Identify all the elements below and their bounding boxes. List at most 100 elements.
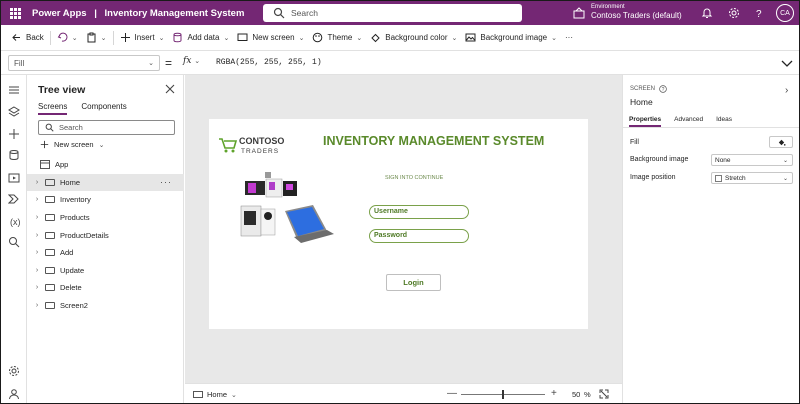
app-heading[interactable]: INVENTORY MANAGEMENT SYSTEM	[323, 134, 544, 148]
chevron-right-icon[interactable]: ›	[32, 267, 42, 274]
more-options-button[interactable]: ···	[160, 177, 172, 187]
chevron-down-icon: ⌄	[100, 34, 107, 42]
fill-color-button[interactable]	[769, 136, 793, 148]
title-bar: Power Apps | Inventory Management System…	[1, 1, 799, 25]
screen-icon	[45, 231, 55, 239]
stretch-icon	[715, 174, 722, 182]
environment-picker[interactable]: Environment Contoso Traders (default)	[573, 4, 682, 21]
tab-screens[interactable]: Screens	[38, 102, 68, 115]
property-dropdown[interactable]: Fill ⌄	[8, 55, 160, 71]
screen-list: App › Home ··· › Inventory › Products › …	[27, 156, 184, 314]
back-button[interactable]: Back	[7, 28, 48, 48]
image-position-dropdown[interactable]: Stretch ⌄	[711, 172, 793, 184]
zoom-slider[interactable]	[461, 390, 545, 399]
layers-icon[interactable]	[8, 106, 20, 118]
environment-icon	[573, 6, 585, 18]
tree-item-productdetails[interactable]: › ProductDetails	[27, 226, 184, 244]
add-data-button[interactable]: Add data ⌄	[168, 28, 233, 48]
chevron-down-icon: ⌄	[551, 34, 557, 42]
screen-icon	[193, 391, 203, 398]
theme-button[interactable]: Theme ⌄	[308, 28, 366, 48]
screen-icon	[237, 33, 248, 41]
tree-item-update[interactable]: › Update	[27, 262, 184, 280]
zoom-in-button[interactable]: +	[551, 388, 557, 399]
login-button[interactable]: Login	[386, 274, 441, 291]
paint-bucket-icon	[778, 139, 786, 146]
insert-button[interactable]: Insert ⌄	[116, 28, 169, 48]
password-input[interactable]: Password	[369, 229, 469, 243]
sign-in-label[interactable]: SIGN INTO CONTINUE	[385, 175, 443, 181]
gear-icon[interactable]	[728, 7, 740, 19]
username-input[interactable]: Username	[369, 205, 469, 219]
avatar[interactable]: CA	[776, 4, 794, 22]
help-icon[interactable]: ?	[659, 85, 667, 93]
database-icon[interactable]	[8, 149, 20, 161]
tree-item-screen2[interactable]: › Screen2	[27, 297, 184, 315]
screen-icon	[45, 249, 55, 257]
zoom-out-button[interactable]: —	[447, 388, 457, 399]
chevron-down-icon[interactable]	[779, 55, 795, 71]
close-icon[interactable]	[165, 84, 175, 94]
formula-input[interactable]: RGBA(255, 255, 255, 1)	[213, 55, 768, 71]
chevron-down-icon: ⌄	[71, 34, 78, 42]
tree-item-add[interactable]: › Add	[27, 244, 184, 262]
tree-item-home[interactable]: › Home ···	[27, 173, 184, 192]
screen-icon	[45, 196, 55, 204]
zoom-slider-thumb[interactable]	[502, 390, 504, 399]
environment-value: Contoso Traders (default)	[591, 11, 682, 20]
new-screen-button[interactable]: New screen ⌄	[40, 140, 104, 149]
chevron-right-icon[interactable]: ›	[32, 302, 42, 309]
chevron-right-icon[interactable]: ›	[32, 179, 42, 186]
separator	[112, 30, 114, 45]
tab-advanced[interactable]: Advanced	[674, 116, 703, 127]
tab-properties[interactable]: Properties	[629, 116, 662, 127]
fx-button[interactable]: fx ⌄	[183, 56, 200, 66]
tree-item-delete[interactable]: › Delete	[27, 279, 184, 297]
chevron-right-icon[interactable]: ›	[32, 196, 42, 203]
tree-tabs: Screens Components	[38, 102, 127, 115]
properties-tabs: Properties Advanced Ideas	[629, 116, 732, 127]
tree-item-inventory[interactable]: › Inventory	[27, 191, 184, 209]
tab-components[interactable]: Components	[81, 102, 126, 115]
screen-selector[interactable]: Home ⌄	[193, 390, 237, 399]
screen-icon	[45, 284, 55, 292]
hamburger-icon[interactable]	[8, 84, 20, 96]
chevron-right-icon[interactable]: ›	[32, 284, 42, 291]
chevron-right-icon[interactable]: ›	[32, 232, 42, 239]
more-commands-button[interactable]: ···	[561, 28, 577, 48]
fit-to-window-icon[interactable]	[599, 389, 609, 399]
undo-button[interactable]: ⌄	[53, 28, 82, 48]
app-launcher-icon[interactable]	[10, 6, 24, 20]
help-icon[interactable]: ?	[753, 7, 765, 19]
power-automate-icon[interactable]	[8, 193, 20, 205]
search-placeholder: Search	[291, 8, 318, 18]
background-color-button[interactable]: Background color ⌄	[366, 28, 461, 48]
media-icon[interactable]	[8, 172, 20, 184]
app-icon	[40, 160, 50, 170]
new-screen-button[interactable]: New screen ⌄	[233, 28, 308, 48]
svg-text:TRADERS: TRADERS	[241, 148, 279, 155]
person-icon[interactable]	[8, 388, 20, 400]
background-image-dropdown[interactable]: None ⌄	[711, 154, 793, 166]
search-icon[interactable]	[8, 236, 20, 248]
tab-ideas[interactable]: Ideas	[716, 116, 732, 127]
chevron-right-icon[interactable]: ›	[785, 85, 788, 96]
home-screen-canvas[interactable]: CONTOSO TRADERS INVENTORY MANAGEMENT SYS…	[209, 119, 588, 329]
chevron-right-icon[interactable]: ›	[32, 249, 42, 256]
screen-icon	[45, 302, 55, 310]
bell-icon[interactable]	[701, 7, 713, 19]
tree-item-app[interactable]: App	[27, 156, 184, 174]
background-image-button[interactable]: Background image ⌄	[461, 28, 561, 48]
image-icon	[465, 33, 476, 42]
products-image[interactable]	[239, 169, 339, 249]
tree-item-products[interactable]: › Products	[27, 209, 184, 227]
tree-search-input[interactable]: Search	[38, 120, 175, 135]
variables-icon[interactable]: (x)	[8, 215, 20, 227]
image-position-label: Image position	[630, 174, 676, 181]
global-search[interactable]: Search	[263, 4, 522, 22]
gear-icon[interactable]	[8, 365, 20, 377]
paste-button[interactable]: ⌄	[82, 28, 111, 48]
chevron-right-icon[interactable]: ›	[32, 214, 42, 221]
plus-icon[interactable]	[8, 128, 20, 140]
environment-label: Environment	[591, 4, 625, 10]
